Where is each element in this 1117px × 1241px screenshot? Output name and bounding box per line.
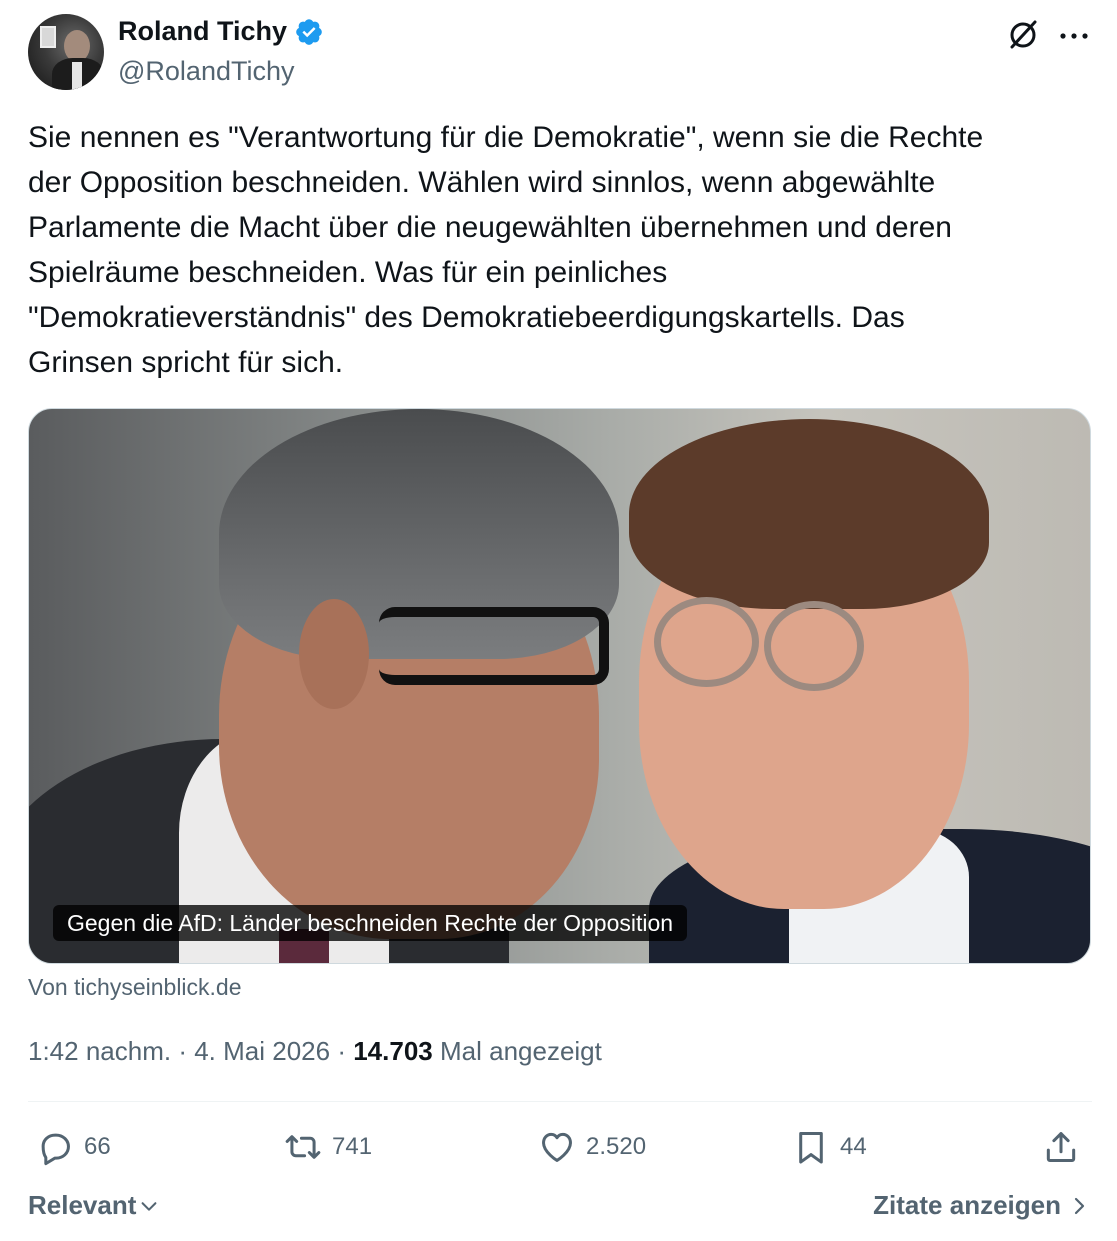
meta-separator: · <box>178 1036 195 1066</box>
tweet-text: Sie nennen es "Verantwortung für die Dem… <box>28 121 984 379</box>
reply-button[interactable]: 66 <box>36 1122 111 1172</box>
bookmark-button[interactable]: 44 <box>792 1122 867 1172</box>
link-card-caption: Gegen die AfD: Länder beschneiden Rechte… <box>53 905 688 941</box>
tweet-time[interactable]: 1:42 nachm. <box>28 1036 171 1066</box>
sort-label: Relevant <box>28 1190 137 1220</box>
repost-count: 741 <box>332 1133 373 1160</box>
chevron-down-icon <box>141 1201 157 1211</box>
heart-icon <box>542 1132 572 1162</box>
tweet-date[interactable]: 4. Mai 2026 <box>194 1036 330 1066</box>
link-card-source[interactable]: Von tichyseinblick.de <box>28 974 242 1001</box>
sort-replies-dropdown[interactable]: Relevant <box>28 1190 160 1221</box>
verified-badge-icon <box>296 18 322 45</box>
bookmark-icon <box>799 1132 823 1164</box>
reply-icon <box>41 1133 70 1166</box>
tweet-meta: 1:42 nachm. · 4. Mai 2026 · 14.703 Mal a… <box>28 1036 602 1067</box>
divider <box>28 1101 1092 1102</box>
bookmark-count: 44 <box>840 1133 867 1160</box>
quotes-label: Zitate anzeigen <box>873 1190 1061 1220</box>
avatar-shirt-shape <box>72 62 82 90</box>
views-count: 14.703 <box>353 1036 433 1066</box>
meta-separator: · <box>337 1036 354 1066</box>
author-name-row[interactable]: Roland Tichy <box>118 16 324 47</box>
author-display-name[interactable]: Roland Tichy <box>118 16 287 47</box>
photo-left-person-ear <box>299 599 369 709</box>
photo-right-person-hair <box>629 419 989 609</box>
photo-right-person-glasses-left <box>654 597 759 687</box>
photo-left-person-glasses <box>379 607 609 685</box>
more-icon[interactable] <box>1058 24 1090 48</box>
repost-icon <box>285 1135 321 1159</box>
avatar[interactable] <box>28 14 104 90</box>
reply-count: 66 <box>84 1133 111 1160</box>
like-count: 2.520 <box>586 1133 647 1160</box>
view-quotes-link[interactable]: Zitate anzeigen <box>873 1190 1089 1221</box>
author-handle[interactable]: @RolandTichy <box>118 56 294 87</box>
action-bar: 66 741 2.520 44 <box>28 1122 1092 1172</box>
tweet-header: Roland Tichy @RolandTichy <box>28 14 1092 94</box>
avatar-frame-shape <box>40 26 56 48</box>
chevron-right-icon <box>1074 1197 1085 1214</box>
views-label: Mal angezeigt <box>439 1036 602 1066</box>
photo-right-person-glasses-right <box>764 601 864 691</box>
share-icon <box>1046 1132 1076 1162</box>
like-button[interactable]: 2.520 <box>538 1122 646 1172</box>
grok-icon[interactable] <box>1006 18 1040 52</box>
repost-button[interactable]: 741 <box>284 1122 372 1172</box>
share-button[interactable] <box>1042 1122 1080 1172</box>
link-card-image[interactable]: Gegen die AfD: Länder beschneiden Rechte… <box>28 408 1091 964</box>
